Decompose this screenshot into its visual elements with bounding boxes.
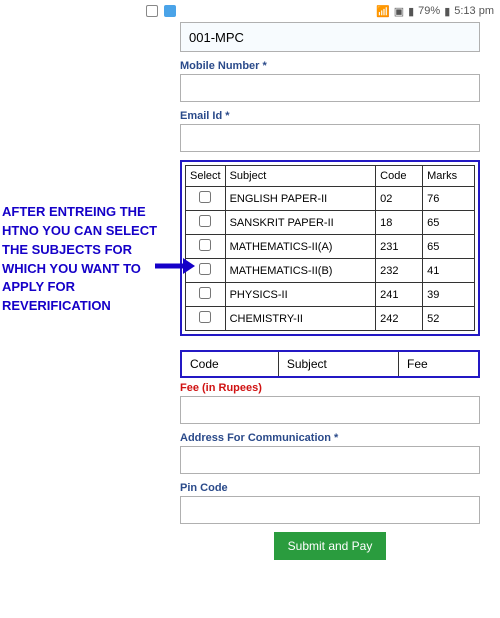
clock-text: 5:13 pm	[454, 5, 494, 17]
col-select: Select	[186, 166, 226, 187]
wifi-icon: 📶	[376, 5, 390, 18]
cell-marks: 65	[423, 211, 475, 235]
subject-table: Select Subject Code Marks ENGLISH PAPER-…	[185, 165, 475, 331]
table-row: MATHEMATICS-II(A) 231 65	[186, 235, 475, 259]
table-row: SANSKRIT PAPER-II 18 65	[186, 211, 475, 235]
col-subject: Subject	[225, 166, 376, 187]
pin-label: Pin Code	[180, 482, 480, 494]
cell-marks: 76	[423, 187, 475, 211]
fee-col-code: Code	[181, 351, 278, 377]
col-code: Code	[376, 166, 423, 187]
select-checkbox[interactable]	[199, 311, 211, 323]
cell-code: 231	[376, 235, 423, 259]
cell-code: 02	[376, 187, 423, 211]
mobile-input[interactable]	[180, 74, 480, 102]
subject-header-row: Select Subject Code Marks	[186, 166, 475, 187]
cell-subject: PHYSICS-II	[225, 283, 376, 307]
select-checkbox[interactable]	[199, 191, 211, 203]
annotation-text: AFTER ENTREING THE HTNO YOU CAN SELECT T…	[2, 203, 167, 316]
address-label: Address For Communication *	[180, 432, 480, 444]
cell-subject: ENGLISH PAPER-II	[225, 187, 376, 211]
fee-col-subject: Subject	[278, 351, 398, 377]
select-checkbox[interactable]	[199, 239, 211, 251]
cell-subject: MATHEMATICS-II(B)	[225, 259, 376, 283]
battery-icon: ▮	[444, 5, 450, 18]
cell-marks: 41	[423, 259, 475, 283]
cell-subject: MATHEMATICS-II(A)	[225, 235, 376, 259]
fee-input[interactable]	[180, 396, 480, 424]
subject-table-box: Select Subject Code Marks ENGLISH PAPER-…	[180, 160, 480, 336]
app-icon	[164, 5, 176, 17]
cell-code: 18	[376, 211, 423, 235]
table-row: CHEMISTRY-II 242 52	[186, 307, 475, 331]
table-row: ENGLISH PAPER-II 02 76	[186, 187, 475, 211]
address-input[interactable]	[180, 446, 480, 474]
cell-code: 241	[376, 283, 423, 307]
email-label: Email Id *	[180, 110, 480, 122]
arrow-icon	[155, 256, 195, 276]
first-field	[180, 22, 480, 52]
fee-header-row: Code Subject Fee	[181, 351, 479, 377]
sim-icon: ▣	[394, 5, 404, 18]
course-input[interactable]	[180, 22, 480, 52]
pin-input[interactable]	[180, 496, 480, 524]
image-icon	[146, 5, 158, 17]
cell-subject: CHEMISTRY-II	[225, 307, 376, 331]
cell-marks: 39	[423, 283, 475, 307]
select-checkbox[interactable]	[199, 215, 211, 227]
email-input[interactable]	[180, 124, 480, 152]
cell-marks: 65	[423, 235, 475, 259]
select-checkbox[interactable]	[199, 287, 211, 299]
select-checkbox[interactable]	[199, 263, 211, 275]
table-row: PHYSICS-II 241 39	[186, 283, 475, 307]
cell-code: 242	[376, 307, 423, 331]
fee-table: Code Subject Fee	[180, 350, 480, 378]
table-row: MATHEMATICS-II(B) 232 41	[186, 259, 475, 283]
cell-subject: SANSKRIT PAPER-II	[225, 211, 376, 235]
col-marks: Marks	[423, 166, 475, 187]
status-bar: 📶 ▣ ▮ 79% ▮ 5:13 pm	[0, 0, 500, 22]
signal-icon: ▮	[408, 5, 414, 18]
battery-text: 79%	[418, 5, 440, 17]
mobile-label: Mobile Number *	[180, 60, 480, 72]
submit-button[interactable]: Submit and Pay	[274, 532, 387, 560]
cell-marks: 52	[423, 307, 475, 331]
form-column: Mobile Number * Email Id * Select Subjec…	[180, 22, 480, 560]
fee-col-fee: Fee	[399, 351, 479, 377]
fee-label: Fee (in Rupees)	[180, 382, 480, 394]
cell-code: 232	[376, 259, 423, 283]
